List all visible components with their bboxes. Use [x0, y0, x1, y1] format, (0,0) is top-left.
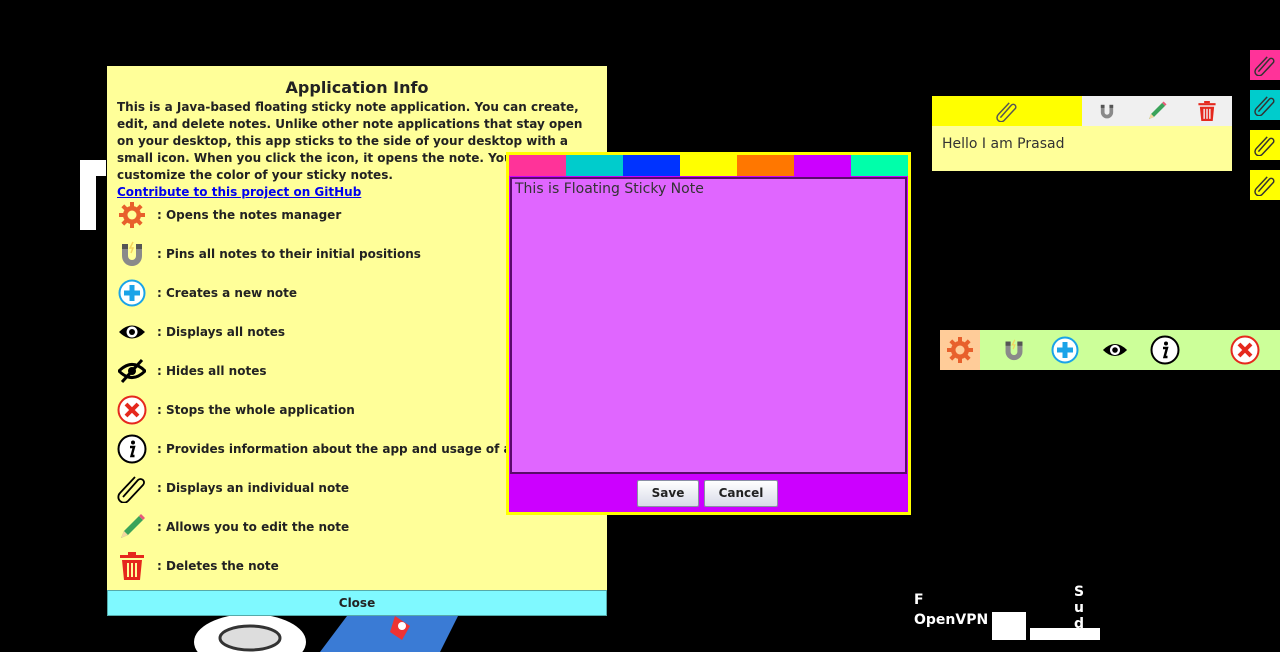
notes-manager-button[interactable] [940, 330, 980, 370]
sticky-note-toggle[interactable] [932, 96, 1082, 126]
app-info-button[interactable] [1149, 334, 1181, 366]
save-button[interactable]: Save [637, 480, 699, 507]
magnet-icon[interactable] [1095, 99, 1119, 123]
new-note-button[interactable] [1049, 334, 1081, 366]
paperclip-icon [1254, 96, 1275, 116]
desktop-label-u: u [1074, 600, 1084, 616]
plus-circle-icon [116, 277, 148, 309]
legend-row-stop: : Stops the whole application [116, 394, 355, 426]
info-icon [116, 433, 148, 465]
legend-row-hide: : Hides all notes [116, 355, 267, 387]
color-swatch[interactable] [509, 155, 566, 176]
legend-text: : Creates a new note [157, 286, 298, 300]
color-swatch[interactable] [851, 155, 908, 176]
legend-row-note: : Displays an individual note [116, 472, 349, 504]
desktop-label-f: F [914, 592, 924, 608]
plus-circle-icon [1051, 336, 1079, 364]
legend-row-pin: : Pins all notes to their initial positi… [116, 238, 421, 270]
sticky-note-header [932, 96, 1232, 126]
color-swatch[interactable] [623, 155, 680, 176]
pencil-icon[interactable] [1145, 99, 1169, 123]
main-toolbar [940, 330, 1280, 370]
eye-icon [1102, 343, 1128, 357]
close-button[interactable]: Close [107, 590, 607, 616]
legend-text: : Stops the whole application [157, 403, 355, 417]
desktop-python-logo [992, 612, 1026, 640]
legend-row-create: : Creates a new note [116, 277, 297, 309]
legend-row-display: : Displays all notes [116, 316, 285, 348]
note-tab[interactable] [1250, 170, 1280, 200]
gear-icon [947, 337, 973, 363]
legend-row-delete: : Deletes the note [116, 550, 279, 582]
legend-row-edit: : Allows you to edit the note [116, 511, 349, 543]
dialog-title: Application Info [285, 78, 429, 97]
desktop-wallpaper-glyph [80, 160, 106, 230]
paperclip-icon [1254, 136, 1275, 156]
legend-row-manager: : Opens the notes manager [116, 199, 341, 231]
note-text-area[interactable]: This is Floating Sticky Note [510, 177, 907, 474]
note-tab[interactable] [1250, 130, 1280, 160]
color-swatch[interactable] [794, 155, 851, 176]
note-tab[interactable] [1250, 90, 1280, 120]
paperclip-icon [1254, 176, 1275, 196]
paperclip-icon [996, 102, 1017, 122]
desktop-python-text [1030, 628, 1100, 640]
pencil-icon [116, 511, 148, 543]
eye-slash-icon [116, 355, 148, 387]
legend-text: : Hides all notes [157, 364, 267, 378]
show-notes-button[interactable] [1099, 334, 1131, 366]
legend-text: : Allows you to edit the note [157, 520, 350, 534]
sticky-note-text[interactable]: Hello I am Prasad [942, 136, 1064, 152]
github-link[interactable]: Contribute to this project on GitHub [117, 185, 361, 199]
trash-icon[interactable] [1195, 99, 1219, 123]
color-swatch[interactable] [737, 155, 794, 176]
exit-app-button[interactable] [1229, 334, 1261, 366]
color-swatch[interactable] [566, 155, 623, 176]
paperclip-icon [1254, 56, 1275, 76]
desktop-label-openvpn[interactable]: OpenVPN [914, 612, 988, 628]
cancel-button[interactable]: Cancel [704, 480, 778, 507]
note-tab[interactable] [1250, 50, 1280, 80]
color-palette [509, 155, 908, 176]
paperclip-icon [116, 472, 148, 504]
legend-text: : Pins all notes to their initial positi… [157, 247, 421, 261]
legend-text: : Displays an individual note [157, 481, 350, 495]
close-circle-icon [116, 394, 148, 426]
color-swatch[interactable] [680, 155, 737, 176]
legend-text: : Opens the notes manager [157, 208, 342, 222]
gear-icon [116, 199, 148, 231]
note-editor-window: This is Floating Sticky Note Save Cancel [506, 152, 911, 515]
eye-icon [116, 316, 148, 348]
close-circle-icon [1230, 335, 1260, 365]
legend-text: : Deletes the note [157, 559, 279, 573]
trash-icon [116, 550, 148, 582]
desktop-label-s: S [1074, 584, 1085, 600]
pin-notes-button[interactable] [998, 334, 1030, 366]
sticky-note: Hello I am Prasad [932, 96, 1232, 171]
legend-text: : Displays all notes [157, 325, 286, 339]
info-icon [1150, 335, 1180, 365]
desktop-mascot-image [194, 612, 460, 652]
magnet-icon [1005, 339, 1023, 361]
magnet-icon [116, 238, 148, 270]
